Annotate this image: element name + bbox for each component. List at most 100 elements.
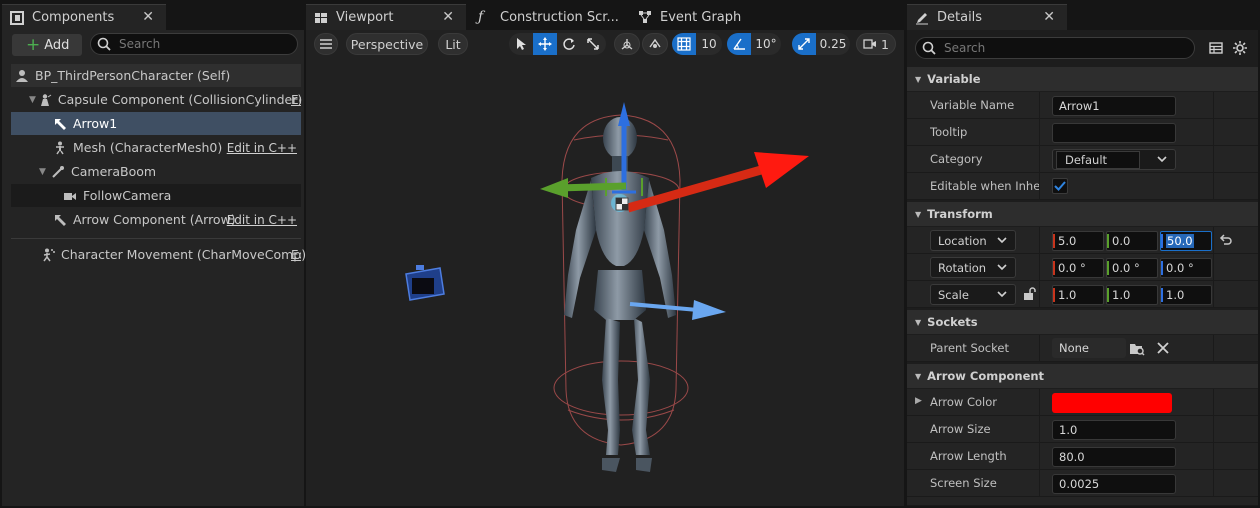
tree-item-label: Arrow Component (Arrow) bbox=[73, 212, 236, 227]
section-title: Transform bbox=[927, 207, 993, 221]
tree-item-label: Character Movement (CharMoveComp) bbox=[61, 247, 307, 262]
surface-snap-button[interactable] bbox=[642, 33, 668, 55]
clear-icon[interactable] bbox=[1157, 342, 1169, 354]
location-y-value: 0.0 bbox=[1112, 234, 1131, 248]
tab-details[interactable]: Details ✕ bbox=[907, 4, 1067, 30]
scale-snap-value[interactable]: 0.25 bbox=[816, 33, 850, 55]
event-graph-tab-label: Event Graph bbox=[660, 9, 742, 25]
unlock-icon[interactable] bbox=[1023, 287, 1036, 301]
scale-x-input[interactable]: 1.0 bbox=[1052, 285, 1104, 305]
table-view-icon[interactable] bbox=[1209, 41, 1223, 55]
location-x-input[interactable]: 5.0 bbox=[1052, 231, 1104, 251]
scale-snap-toggle[interactable] bbox=[792, 33, 816, 55]
edit-in-cpp-link[interactable]: Edit in C++ bbox=[227, 213, 297, 227]
rotation-y-input[interactable]: 0.0 ° bbox=[1106, 258, 1158, 278]
arrow-size-input[interactable]: 1.0 bbox=[1052, 420, 1176, 440]
parent-socket-value[interactable]: None bbox=[1052, 338, 1126, 358]
category-combo[interactable]: Default bbox=[1052, 149, 1176, 170]
add-component-button[interactable]: + Add bbox=[12, 34, 82, 56]
arrow-length-input[interactable]: 80.0 bbox=[1052, 447, 1176, 467]
scale-mode-button[interactable] bbox=[581, 33, 605, 55]
details-search-placeholder: Search bbox=[944, 41, 986, 55]
close-icon[interactable]: ✕ bbox=[142, 9, 154, 25]
tree-item-capsule[interactable]: ▼ Capsule Component (CollisionCylinder) … bbox=[11, 88, 302, 111]
tree-item-arrow1[interactable]: Arrow1 bbox=[11, 112, 301, 135]
location-mode-combo[interactable]: Location bbox=[930, 230, 1016, 251]
column-split bbox=[1039, 173, 1040, 199]
tree-item-arrow-component[interactable]: Arrow Component (Arrow) Edit in C++ bbox=[11, 208, 301, 231]
grid-snap-value[interactable]: 10 bbox=[696, 33, 722, 55]
scale-snap-icon bbox=[798, 38, 810, 50]
close-icon[interactable]: ✕ bbox=[442, 9, 454, 25]
location-y-input[interactable]: 0.0 bbox=[1106, 231, 1158, 251]
section-sockets[interactable]: ▼ Sockets bbox=[907, 310, 1258, 334]
edit-in-cpp-link[interactable]: Edit in C++ bbox=[291, 93, 301, 107]
tab-components[interactable]: Components ✕ bbox=[2, 4, 166, 30]
column-split bbox=[1039, 389, 1040, 415]
collapse-caret-icon[interactable]: ▼ bbox=[39, 167, 49, 177]
tab-construction-script[interactable]: ƒ Construction Scr... bbox=[470, 4, 620, 30]
collapse-caret-icon[interactable]: ▼ bbox=[29, 95, 36, 105]
pencil-icon bbox=[916, 12, 928, 24]
reset-to-default-icon[interactable] bbox=[1219, 234, 1232, 247]
tab-event-graph[interactable]: Event Graph bbox=[630, 4, 780, 30]
arrow-length-label: Arrow Length bbox=[930, 449, 1007, 463]
row-arrow-color: ▶ Arrow Color bbox=[907, 389, 1258, 416]
scale-label: Scale bbox=[938, 287, 969, 302]
section-variable[interactable]: ▼ Variable bbox=[907, 67, 1258, 91]
settings-gear-icon[interactable] bbox=[1232, 40, 1248, 56]
browse-socket-icon[interactable] bbox=[1129, 341, 1145, 357]
scale-z-input[interactable]: 1.0 bbox=[1160, 285, 1212, 305]
editable-checkbox[interactable] bbox=[1052, 178, 1068, 194]
arrow-color-swatch[interactable] bbox=[1052, 393, 1172, 413]
rotation-z-input[interactable]: 0.0 ° bbox=[1160, 258, 1212, 278]
viewport-menu-button[interactable] bbox=[314, 33, 338, 55]
column-split bbox=[1213, 335, 1214, 361]
tree-item-followcamera[interactable]: FollowCamera bbox=[11, 184, 301, 207]
close-icon[interactable]: ✕ bbox=[1043, 9, 1055, 25]
grid-snap-group[interactable]: 10 bbox=[672, 33, 722, 55]
screen-size-input[interactable]: 0.0025 bbox=[1052, 474, 1176, 494]
edit-in-cpp-link[interactable]: Edit in C++ bbox=[227, 141, 297, 155]
column-split bbox=[1039, 281, 1040, 307]
rotation-snap-value[interactable]: 10° bbox=[751, 33, 781, 55]
column-split bbox=[1213, 227, 1214, 253]
perspective-button[interactable]: Perspective bbox=[346, 33, 428, 55]
components-search-input[interactable]: Search bbox=[90, 33, 298, 55]
section-arrow-component[interactable]: ▼ Arrow Component bbox=[907, 364, 1258, 388]
coordinate-system-button[interactable] bbox=[614, 33, 640, 55]
rotate-mode-button[interactable] bbox=[557, 33, 581, 55]
components-search-placeholder: Search bbox=[119, 37, 161, 51]
tree-item-mesh[interactable]: Mesh (CharacterMesh0) Edit in C++ bbox=[11, 136, 301, 159]
tree-item-character-movement[interactable]: Character Movement (CharMoveComp) Edit i… bbox=[11, 243, 306, 266]
rotation-x-input[interactable]: 0.0 ° bbox=[1052, 258, 1104, 278]
rotation-mode-combo[interactable]: Rotation bbox=[930, 257, 1016, 278]
rotation-snap-toggle[interactable] bbox=[727, 33, 751, 55]
tree-item-label: FollowCamera bbox=[83, 188, 172, 203]
lit-button[interactable]: Lit bbox=[438, 33, 468, 55]
select-mode-button[interactable] bbox=[509, 33, 533, 55]
surface-snap-icon bbox=[649, 38, 661, 48]
scale-snap-group[interactable]: 0.25 bbox=[792, 33, 850, 55]
rotation-snap-group[interactable]: 10° bbox=[727, 33, 781, 55]
variable-name-input[interactable]: Arrow1 bbox=[1052, 96, 1176, 116]
scale-mode-combo[interactable]: Scale bbox=[930, 284, 1016, 305]
expand-arrow-icon[interactable]: ▶ bbox=[915, 396, 922, 406]
column-split bbox=[1039, 92, 1040, 118]
edit-in-cpp-link[interactable]: Edit in C++ bbox=[291, 248, 301, 262]
tab-viewport[interactable]: Viewport ✕ bbox=[306, 4, 466, 30]
location-z-input[interactable]: 50.0 bbox=[1160, 231, 1212, 251]
grid-snap-toggle[interactable] bbox=[672, 33, 696, 55]
tree-item-self[interactable]: BP_ThirdPersonCharacter (Self) bbox=[11, 64, 301, 87]
category-value: Default bbox=[1056, 150, 1140, 169]
section-transform[interactable]: ▼ Transform bbox=[907, 202, 1258, 226]
viewport-scene[interactable] bbox=[306, 60, 904, 504]
translate-mode-button[interactable] bbox=[533, 33, 557, 55]
details-search-input[interactable]: Search bbox=[915, 37, 1195, 59]
scale-y-input[interactable]: 1.0 bbox=[1106, 285, 1158, 305]
tooltip-input[interactable] bbox=[1052, 123, 1176, 143]
column-split bbox=[1213, 92, 1214, 118]
camera-speed-button[interactable]: 1 bbox=[856, 33, 896, 55]
section-title: Arrow Component bbox=[927, 369, 1045, 383]
tree-item-cameraboom[interactable]: ▼ CameraBoom bbox=[11, 160, 301, 183]
